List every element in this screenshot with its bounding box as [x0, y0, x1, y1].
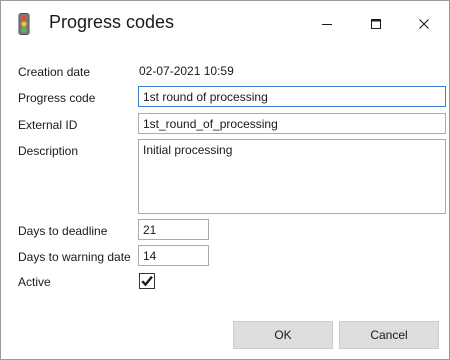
checkmark-icon: [141, 275, 153, 287]
window-title: Progress codes: [49, 12, 175, 32]
minimize-button[interactable]: [304, 1, 350, 47]
creation-date-value: 02-07-2021 10:59: [139, 64, 234, 78]
traffic-light-icon: [18, 13, 30, 35]
close-icon: [419, 19, 429, 29]
creation-date-label: Creation date: [18, 65, 91, 79]
ok-button[interactable]: OK: [233, 321, 333, 349]
progress-code-label: Progress code: [18, 91, 96, 105]
progress-code-input[interactable]: [138, 86, 446, 107]
days-to-deadline-input[interactable]: [138, 219, 209, 240]
description-label: Description: [18, 144, 79, 158]
days-to-warning-input[interactable]: [138, 245, 209, 266]
description-textarea[interactable]: Initial processing: [138, 139, 446, 214]
days-to-warning-label: Days to warning date: [18, 250, 131, 264]
minimize-icon: [322, 24, 332, 25]
progress-codes-dialog: Progress codes Creation date 02-07-2021 …: [0, 0, 450, 360]
active-label: Active: [18, 275, 51, 289]
maximize-button[interactable]: [353, 1, 399, 47]
active-checkbox[interactable]: [139, 273, 155, 289]
close-button[interactable]: [401, 1, 447, 47]
title-bar[interactable]: Progress codes: [1, 1, 449, 47]
cancel-button[interactable]: Cancel: [339, 321, 439, 349]
external-id-label: External ID: [18, 118, 78, 132]
maximize-icon: [371, 19, 381, 29]
external-id-input[interactable]: [138, 113, 446, 134]
days-to-deadline-label: Days to deadline: [18, 224, 108, 238]
